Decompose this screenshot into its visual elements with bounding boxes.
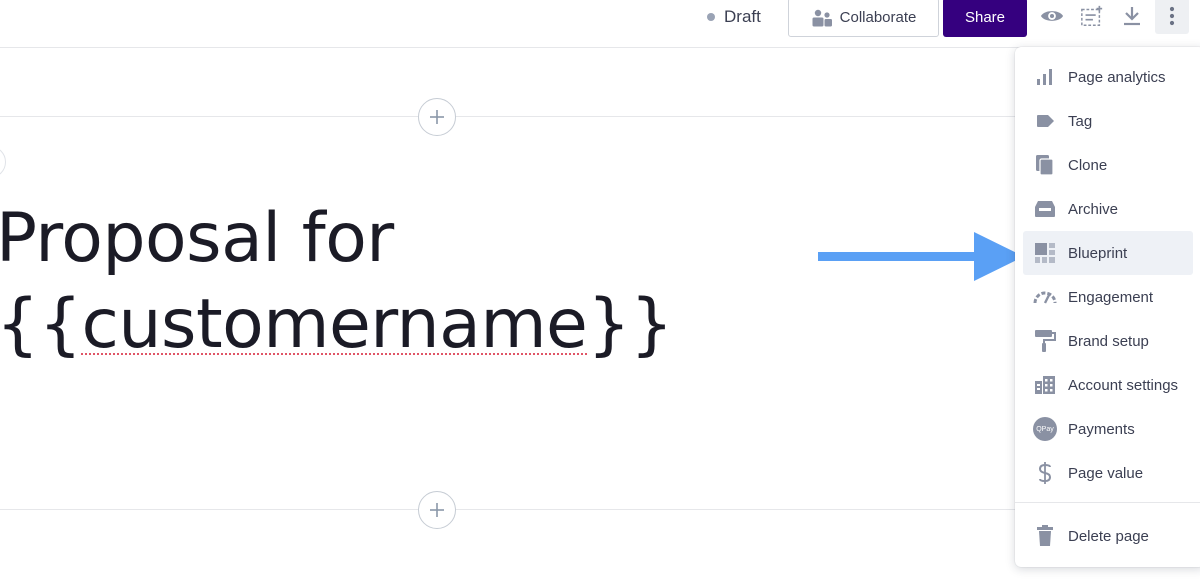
clone-icon	[1033, 153, 1057, 177]
users-icon	[812, 9, 832, 26]
title-line-1: Proposal for	[0, 199, 394, 278]
menu-item-label: Clone	[1068, 156, 1108, 174]
building-icon	[1033, 373, 1057, 397]
title-line-2: {{customername}}	[0, 282, 673, 368]
dollar-icon	[1033, 461, 1057, 485]
menu-item-blueprint[interactable]: Blueprint	[1023, 231, 1193, 275]
variables-icon[interactable]	[1080, 4, 1104, 28]
block-settings-handle[interactable]	[0, 146, 6, 178]
download-icon[interactable]	[1120, 4, 1144, 28]
gauge-icon	[1033, 285, 1057, 309]
menu-item-label: Blueprint	[1068, 244, 1128, 262]
qpay-icon: QPay	[1033, 417, 1057, 441]
add-block-button-bottom[interactable]	[418, 491, 456, 529]
menu-item-account-settings[interactable]: Account settings	[1023, 363, 1193, 407]
share-button[interactable]: Share	[943, 0, 1027, 37]
menu-item-engagement[interactable]: Engagement	[1023, 275, 1193, 319]
section-divider-top	[0, 116, 1016, 117]
menu-item-tag[interactable]: Tag	[1023, 99, 1193, 143]
variable-close-braces: }}	[587, 285, 673, 364]
menu-item-label: Tag	[1068, 112, 1093, 130]
collaborate-button[interactable]: Collaborate	[788, 0, 939, 37]
annotation-arrow-icon	[818, 232, 1024, 281]
menu-item-clone[interactable]: Clone	[1023, 143, 1193, 187]
more-options-button[interactable]	[1155, 0, 1189, 34]
menu-item-label: Delete page	[1068, 527, 1149, 545]
menu-item-label: Page value	[1068, 464, 1144, 482]
paint-roller-icon	[1033, 329, 1057, 353]
customername-variable: customername	[81, 285, 588, 364]
blueprint-icon	[1033, 241, 1057, 265]
top-bar: Draft Collaborate Share	[0, 0, 1200, 48]
more-vertical-icon	[1169, 6, 1175, 26]
menu-item-archive[interactable]: Archive	[1023, 187, 1193, 231]
menu-divider	[1015, 502, 1200, 503]
page-title[interactable]: Proposal for {{customername}}	[0, 196, 673, 368]
plus-icon	[430, 503, 444, 517]
collaborate-label: Collaborate	[839, 9, 917, 26]
menu-item-label: Payments	[1068, 420, 1135, 438]
menu-item-page-analytics[interactable]: Page analytics	[1023, 55, 1193, 99]
menu-item-label: Account settings	[1068, 376, 1179, 394]
menu-item-page-value[interactable]: Page value	[1023, 451, 1193, 495]
section-divider-bottom	[0, 509, 1016, 510]
menu-item-delete-page[interactable]: Delete page	[1023, 514, 1193, 558]
plus-icon	[430, 110, 444, 124]
menu-item-brand-setup[interactable]: Brand setup	[1023, 319, 1193, 363]
menu-item-label: Page analytics	[1068, 68, 1166, 86]
archive-icon	[1033, 197, 1057, 221]
status-indicator: Draft	[707, 6, 761, 28]
tag-icon	[1033, 109, 1057, 133]
qpay-badge: QPay	[1033, 417, 1057, 441]
status-dot	[707, 13, 715, 21]
more-options-menu: Page analytics Tag Clone Archive Bluepri…	[1015, 47, 1200, 567]
trash-icon	[1033, 524, 1057, 548]
menu-item-payments[interactable]: QPay Payments	[1023, 407, 1193, 451]
menu-item-label: Brand setup	[1068, 332, 1149, 350]
eye-icon[interactable]	[1040, 4, 1064, 28]
variable-open-braces: {{	[0, 285, 82, 364]
status-label: Draft	[724, 7, 761, 26]
menu-item-label: Archive	[1068, 200, 1119, 218]
bar-chart-icon	[1033, 65, 1057, 89]
menu-item-label: Engagement	[1068, 288, 1154, 306]
add-block-button-top[interactable]	[418, 98, 456, 136]
